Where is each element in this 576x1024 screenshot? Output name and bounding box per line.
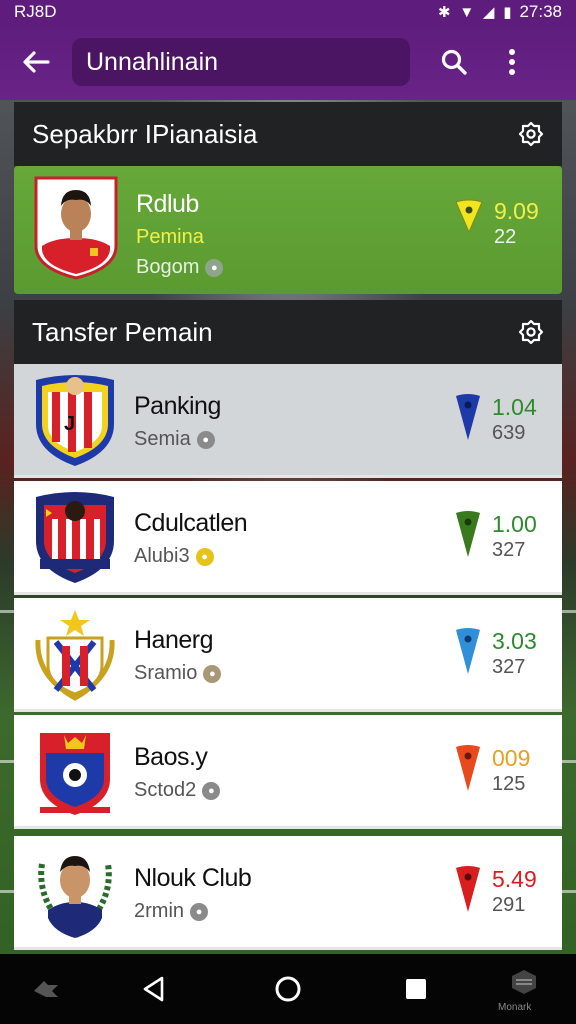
- featured-score: 9.09: [494, 198, 539, 224]
- back-button[interactable]: [14, 40, 58, 84]
- info-icon: ●: [196, 430, 215, 449]
- status-icons: ✱ ▼ ◢ ▮: [434, 2, 511, 22]
- list-item[interactable]: Nlouk Club 2rmin ● 5.49 291: [14, 836, 562, 950]
- featured-subtitle: Pemina: [136, 226, 204, 248]
- list-item[interactable]: Hanerg Sramio ● 3.03 327: [14, 598, 562, 712]
- brand-logo-icon: [512, 970, 536, 994]
- search-icon: [441, 49, 467, 75]
- row-score: 3.03: [492, 628, 537, 654]
- row-meta: Sramio ●: [134, 662, 222, 685]
- row-meta-text: Semia: [134, 428, 191, 450]
- info-icon: ●: [203, 664, 222, 683]
- wifi-icon: ▼: [459, 4, 475, 21]
- brand-label: Monark: [498, 1002, 532, 1013]
- status-left-text: RJ8D: [14, 2, 57, 21]
- rating-marker-icon: [456, 745, 480, 791]
- rating-marker-icon: [455, 199, 483, 234]
- info-icon: ●: [205, 258, 224, 277]
- more-options-button[interactable]: [490, 40, 534, 84]
- club-crest-icon: [40, 733, 110, 815]
- section-title: Sepakbrr IPianaisia: [32, 118, 258, 149]
- search-input[interactable]: Unnahlinain: [72, 38, 410, 86]
- status-bar: RJ8D ✱ ▼ ◢ ▮ 27:38: [0, 0, 576, 24]
- featured-name: Rdlub: [136, 190, 199, 218]
- rating-marker-icon: [456, 866, 480, 912]
- back-nav-button[interactable]: [134, 954, 174, 1024]
- app-shortcut-button[interactable]: [26, 954, 66, 1024]
- row-meta-text: Alubi3: [134, 545, 190, 567]
- row-count: 125: [492, 773, 526, 795]
- info-icon: ●: [190, 902, 209, 921]
- row-score: 009: [492, 745, 531, 771]
- section-title: Tansfer Pemain: [32, 316, 213, 347]
- more-vert-icon: [509, 49, 515, 75]
- info-icon: ●: [202, 781, 221, 800]
- section-header-transfers: Tansfer Pemain: [14, 300, 562, 364]
- row-meta: 2rmin ●: [134, 900, 209, 923]
- bluetooth-icon: ✱: [438, 4, 451, 21]
- list-item[interactable]: J Panking Semia ● 1.04 639: [14, 364, 562, 478]
- section-header-top: Sepakbrr IPianaisia: [14, 102, 562, 166]
- settings-icon[interactable]: [518, 319, 544, 345]
- featured-count: 22: [494, 226, 517, 248]
- svg-text:J: J: [64, 413, 75, 435]
- rating-marker-icon: [456, 394, 480, 440]
- rating-marker-icon: [456, 511, 480, 557]
- signal-icon: ◢: [482, 4, 495, 21]
- list-item[interactable]: Cdulcatlen Alubi3 ● 1.00 327: [14, 481, 562, 595]
- row-score: 1.00: [492, 511, 537, 537]
- app-shortcut-icon: [34, 981, 58, 997]
- home-circle-icon: [275, 976, 301, 1002]
- row-title: Baos.y: [134, 743, 208, 771]
- club-crest-icon: [36, 492, 114, 583]
- row-meta: Sctod2 ●: [134, 779, 221, 802]
- recents-nav-button[interactable]: [396, 954, 436, 1024]
- row-title: Panking: [134, 392, 221, 420]
- home-nav-button[interactable]: [266, 954, 310, 1024]
- row-count: 291: [492, 894, 526, 916]
- rating-marker-icon: [456, 628, 480, 674]
- row-score: 1.04: [492, 394, 537, 420]
- club-crest-icon: [35, 610, 115, 701]
- brand-logo: [500, 954, 548, 1024]
- club-crest-icon: J: [36, 375, 114, 466]
- triangle-back-icon: [143, 976, 164, 1002]
- row-score: 5.49: [492, 866, 537, 892]
- info-icon: ●: [195, 547, 214, 566]
- status-time: 27:38: [519, 2, 562, 21]
- recents-square-icon: [406, 979, 426, 999]
- system-nav-bar: Monark: [0, 954, 576, 1024]
- row-meta-text: 2rmin: [134, 900, 185, 922]
- row-meta: Semia ●: [134, 428, 215, 451]
- row-title: Nlouk Club: [134, 864, 252, 892]
- row-title: Hanerg: [134, 626, 214, 654]
- row-meta: Alubi3 ●: [134, 545, 214, 568]
- battery-icon: ▮: [503, 4, 512, 21]
- list-item[interactable]: Baos.y Sctod2 ● 009 125: [14, 715, 562, 829]
- app-bar: Unnahlinain: [0, 24, 576, 100]
- row-title: Cdulcatlen: [134, 509, 248, 537]
- row-count: 327: [492, 539, 526, 561]
- row-meta-text: Sctod2: [134, 779, 197, 801]
- search-input-value: Unnahlinain: [86, 47, 219, 76]
- search-button[interactable]: [432, 40, 476, 84]
- player-avatar: [38, 856, 112, 940]
- row-count: 327: [492, 656, 526, 678]
- row-count: 639: [492, 422, 526, 444]
- arrow-left-icon: [23, 51, 50, 73]
- row-meta-text: Sramio: [134, 662, 198, 684]
- featured-meta: Bogom ●: [136, 256, 224, 279]
- featured-player-card[interactable]: Rdlub Pemina Bogom ● 9.09 22: [14, 166, 562, 294]
- player-avatar: [34, 176, 118, 280]
- featured-meta-text: Bogom: [136, 256, 200, 278]
- settings-icon[interactable]: [518, 121, 544, 147]
